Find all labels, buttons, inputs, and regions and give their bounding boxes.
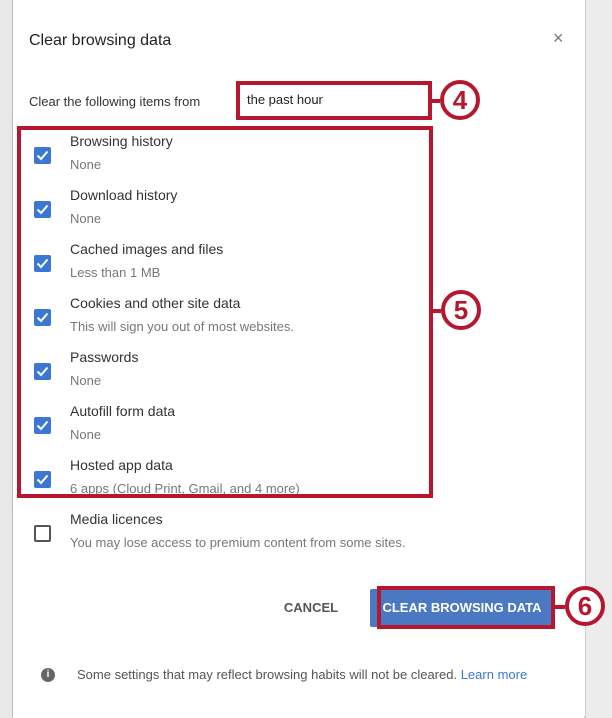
callout-box-time-range [236,81,432,120]
footer-note: Some settings that may reflect browsing … [77,664,557,686]
time-range-label: Clear the following items from [29,94,201,109]
callout-line-5 [433,309,441,313]
callout-line-4 [432,99,440,103]
window-frame-left [0,0,13,718]
cancel-button[interactable]: CANCEL [266,594,356,622]
media-licences-checkbox[interactable] [34,525,51,542]
callout-number-6: 6 [565,586,605,626]
callout-line-6 [555,605,565,609]
footer-text: Some settings that may reflect browsing … [77,667,458,682]
close-icon[interactable]: × [553,28,564,49]
info-icon: i [41,668,55,682]
callout-box-items [17,126,433,498]
callout-box-clear-button [377,586,555,629]
item-media-licences: Media licences You may lose access to pr… [13,511,573,565]
callout-number-4: 4 [440,80,480,120]
item-description: You may lose access to premium content f… [70,535,406,550]
learn-more-link[interactable]: Learn more [461,667,527,682]
item-label: Media licences [70,511,163,527]
callout-number-5: 5 [441,290,481,330]
dialog-title: Clear browsing data [29,32,172,49]
